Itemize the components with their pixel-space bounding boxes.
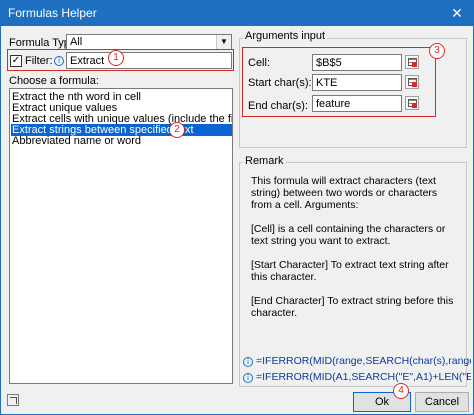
arguments-title: Arguments input [243, 30, 328, 42]
annotation-badge-1: 1 [108, 50, 124, 66]
formula-type-select[interactable]: All ▼ [66, 34, 232, 50]
formula-preview-example: i =IFERROR(MID(A1,SEARCH("E",A1)+LEN("E")… [243, 371, 471, 383]
info-icon: i [243, 357, 253, 367]
info-icon: i [243, 373, 253, 383]
choose-formula-label: Choose a formula: [9, 75, 99, 87]
formula-list[interactable]: Extract the nth word in cell Extract uni… [9, 88, 233, 384]
annotation-badge-2: 2 [169, 122, 185, 138]
cancel-button[interactable]: Cancel [415, 392, 469, 412]
remark-title: Remark [243, 155, 286, 167]
annotation-badge-3: 3 [429, 43, 445, 59]
formula-preview-generic: i =IFERROR(MID(range,SEARCH(char(s),range… [243, 355, 471, 367]
annotation-badge-4: 4 [393, 383, 409, 399]
remark-paragraph: [Cell] is a cell containing the characte… [251, 223, 446, 247]
formula-generic-text: =IFERROR(MID(range,SEARCH(char(s),range)… [256, 355, 471, 367]
window-title: Formulas Helper [8, 6, 97, 20]
close-icon[interactable]: ✕ [440, 0, 474, 26]
expand-icon[interactable] [7, 394, 19, 406]
remark-text: This formula will extract characters (te… [251, 175, 461, 331]
formula-type-value: All [70, 36, 83, 48]
annotation-box-3 [242, 47, 436, 117]
formula-example-text: =IFERROR(MID(A1,SEARCH("E",A1)+LEN("E"),… [256, 371, 471, 383]
list-item[interactable]: Abbreviated name or word [11, 135, 232, 147]
chevron-down-icon[interactable]: ▼ [216, 35, 231, 49]
remark-paragraph: This formula will extract characters (te… [251, 175, 438, 211]
remark-paragraph: [End Character] To extract string before… [251, 295, 454, 319]
remark-paragraph: [Start Character] To extract text string… [251, 259, 449, 283]
title-bar: Formulas Helper ✕ [0, 0, 474, 26]
dialog-body: Formula Type: All ▼ ✓ Filter: i Extract … [0, 26, 474, 415]
